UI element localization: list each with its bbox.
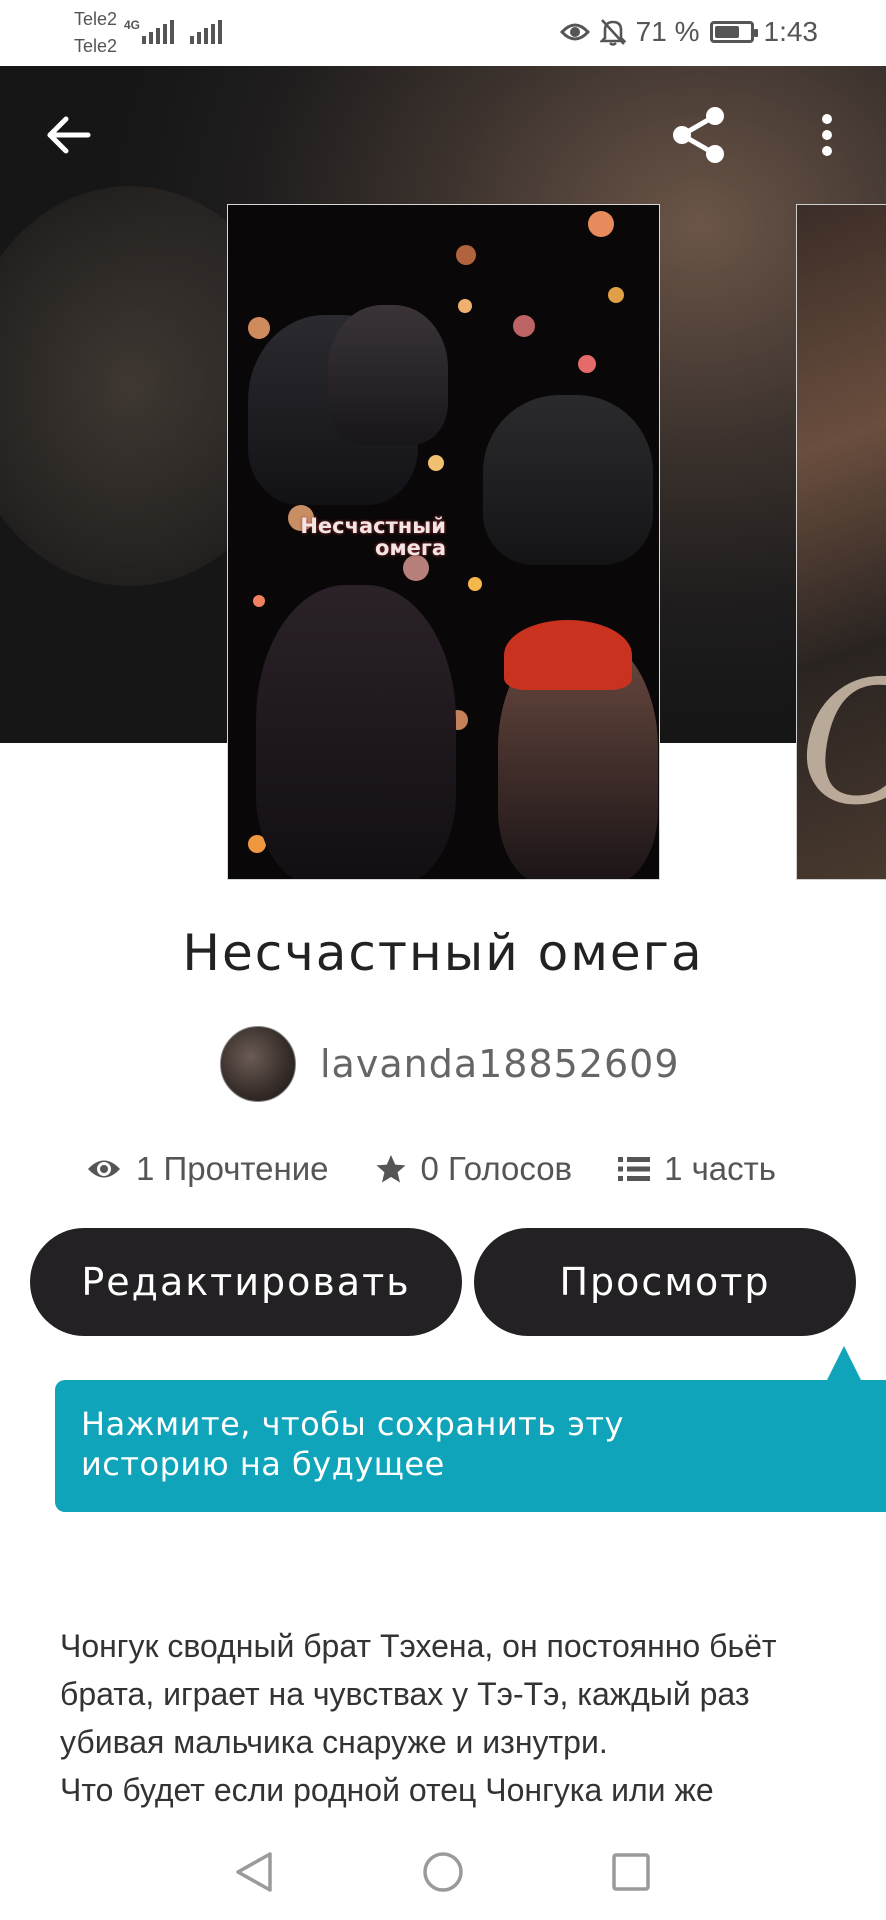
story-description: Чонгук сводный брат Тэхена, он постоянно…: [60, 1622, 860, 1814]
nav-home-button[interactable]: [415, 1844, 471, 1900]
reads-count: 1 Прочтение: [136, 1150, 329, 1187]
story-stats: 1 Прочтение 0 Голосов 1 часть: [86, 1142, 822, 1196]
tooltip-line-2: историю на будущее: [81, 1445, 445, 1483]
network-type: 4G: [124, 18, 141, 32]
tooltip-line-1: Нажмите, чтобы сохранить эту: [81, 1405, 624, 1443]
cover-title-text: Несчастный омега: [300, 514, 446, 560]
more-menu-button[interactable]: [792, 100, 862, 170]
votes-count: 0 Голосов: [420, 1150, 573, 1187]
system-nav-bar: [0, 1822, 886, 1920]
status-right: 71 % 1:43: [559, 14, 819, 50]
reads-stat: 1 Прочтение: [86, 1150, 329, 1188]
tooltip-arrow: [826, 1346, 862, 1382]
description-line: брата, играет на чувствах у Тэ-Тэ, кажды…: [60, 1676, 750, 1712]
list-icon: [618, 1157, 651, 1181]
avatar[interactable]: [220, 1026, 296, 1102]
back-button[interactable]: [34, 100, 104, 170]
arrow-left-icon: [47, 116, 91, 154]
nav-back-button[interactable]: [226, 1844, 282, 1900]
parts-count: 1 часть: [664, 1150, 776, 1187]
eye-comfort-icon: [559, 23, 590, 41]
carrier-label-1: Tele2: [74, 9, 118, 29]
triangle-back-icon: [236, 1852, 272, 1892]
save-story-tooltip[interactable]: Нажмите, чтобы сохранить эту историю на …: [55, 1380, 886, 1512]
description-line: убивая мальчика снаруже и изнутри.: [60, 1724, 608, 1760]
carrier-label-2: Tele2: [74, 36, 118, 56]
circle-home-icon: [423, 1852, 463, 1892]
star-icon: [376, 1155, 406, 1183]
votes-stat: 0 Голосов: [375, 1150, 573, 1188]
battery-percent: 71 %: [635, 16, 700, 47]
story-title: Несчастный омега: [182, 924, 704, 982]
author-name[interactable]: lavanda18852609: [320, 1042, 680, 1086]
story-cover-image[interactable]: Несчастный омега: [227, 204, 660, 880]
description-line: Чонгук сводный брат Тэхена, он постоянно…: [60, 1628, 777, 1664]
author-link[interactable]: lavanda18852609: [220, 1026, 680, 1102]
signal-icon-2: [190, 20, 222, 44]
signal-icon-1: [142, 20, 174, 44]
share-button[interactable]: [664, 100, 734, 170]
view-button[interactable]: Просмотр: [474, 1228, 856, 1336]
parts-stat: 1 часть: [618, 1150, 776, 1188]
next-cover-art: C: [799, 645, 886, 843]
nav-recents-button[interactable]: [603, 1844, 659, 1900]
battery-level-fill: [714, 26, 739, 38]
clock: 1:43: [763, 16, 819, 47]
bell-off-icon: [599, 19, 626, 46]
battery-icon: [709, 21, 758, 43]
eye-icon: [88, 1160, 120, 1178]
next-story-cover[interactable]: C: [796, 204, 886, 880]
square-recents-icon: [612, 1853, 650, 1891]
share-icon: [673, 107, 724, 163]
more-vertical-icon: [822, 114, 832, 156]
edit-button[interactable]: Редактировать: [30, 1228, 462, 1336]
status-bar: Tele2 Tele2 4G 71 % 1:43: [0, 0, 886, 66]
description-line: Что будет если родной отец Чонгука или ж…: [60, 1772, 714, 1808]
